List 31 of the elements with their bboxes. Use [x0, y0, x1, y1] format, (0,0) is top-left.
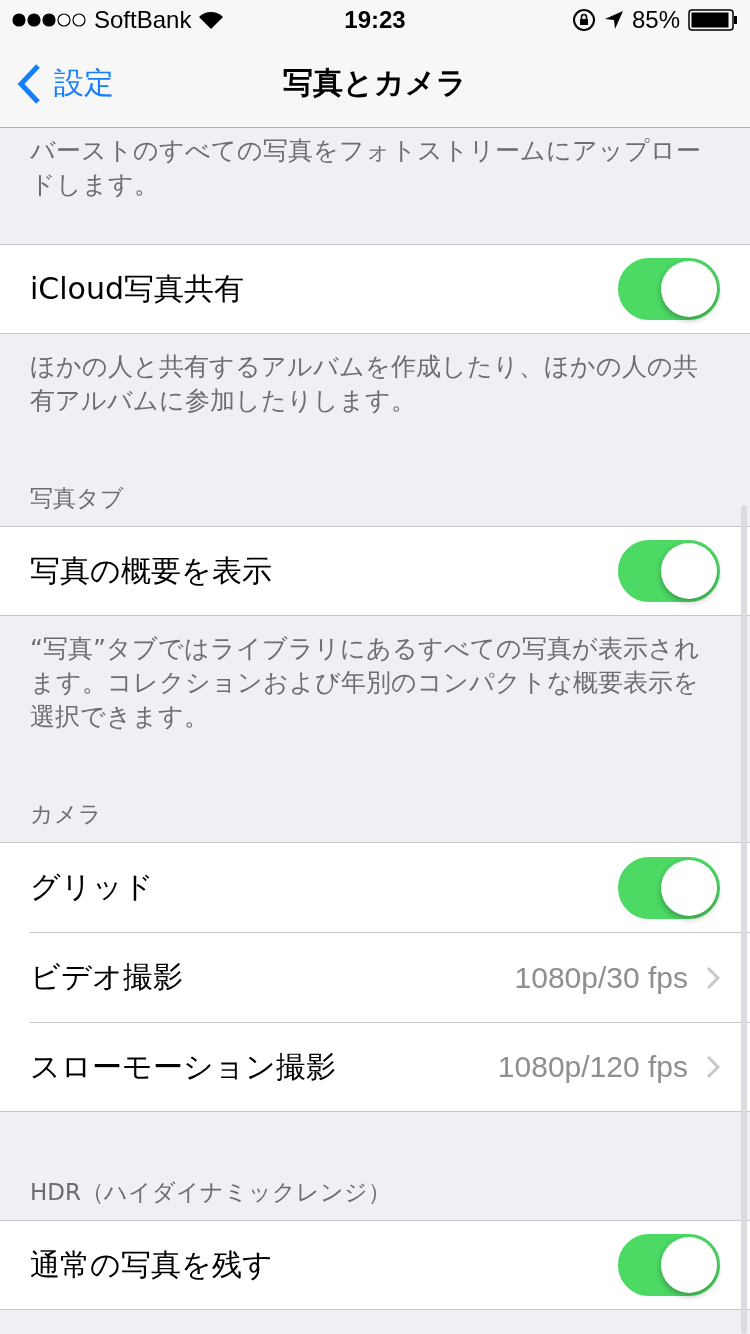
chevron-right-icon: [706, 1055, 720, 1079]
section-note: “写真”タブではライブラリにあるすべての写真が表示されます。コレクションおよび年別のコンパクトな概要表示を選択できます。: [29, 633, 701, 733]
toggle-switch[interactable]: [618, 1234, 720, 1296]
section-header: HDR（ハイダイナミックレンジ）: [29, 1178, 392, 1207]
value-link[interactable]: 1080p/120 fps: [497, 1050, 720, 1084]
section-header: 写真タブ: [29, 484, 125, 513]
rotation-lock-icon: [571, 8, 596, 32]
battery-icon: [688, 9, 738, 31]
row-label: iCloud写真共有: [30, 269, 245, 308]
page-title: 写真とカメラ: [283, 64, 467, 102]
section-header: カメラ: [29, 800, 103, 829]
signal-icon: [12, 13, 86, 27]
row-label: スローモーション撮影: [30, 1047, 336, 1086]
wifi-icon: [199, 11, 224, 29]
toggle-switch[interactable]: [618, 856, 720, 919]
toggle-switch[interactable]: [618, 540, 720, 602]
carrier-name: SoftBank: [94, 6, 192, 34]
section-note: バーストのすべての写真をフォトストリームにアップロードします。: [29, 135, 702, 201]
toggle-switch[interactable]: [618, 258, 720, 320]
row-label: グリッド: [30, 868, 154, 906]
value-link[interactable]: 1080p/30 fps: [514, 960, 720, 995]
chevron-right-icon: [706, 965, 720, 990]
battery-percent: 85%: [631, 6, 680, 34]
clock-time: 19:23: [344, 6, 406, 34]
chevron-left-icon: [16, 62, 42, 105]
section-note: ほかの人と共有するアルバムを作成したり、ほかの人の共有アルバムに参加したりします。: [29, 351, 699, 417]
row-label: 写真の概要を表示: [30, 551, 272, 590]
row-label: ビデオ撮影: [30, 958, 183, 996]
row-label: 通常の写真を残す: [30, 1245, 273, 1284]
location-arrow-icon: [603, 10, 624, 30]
back-button[interactable]: 設定: [0, 62, 114, 105]
